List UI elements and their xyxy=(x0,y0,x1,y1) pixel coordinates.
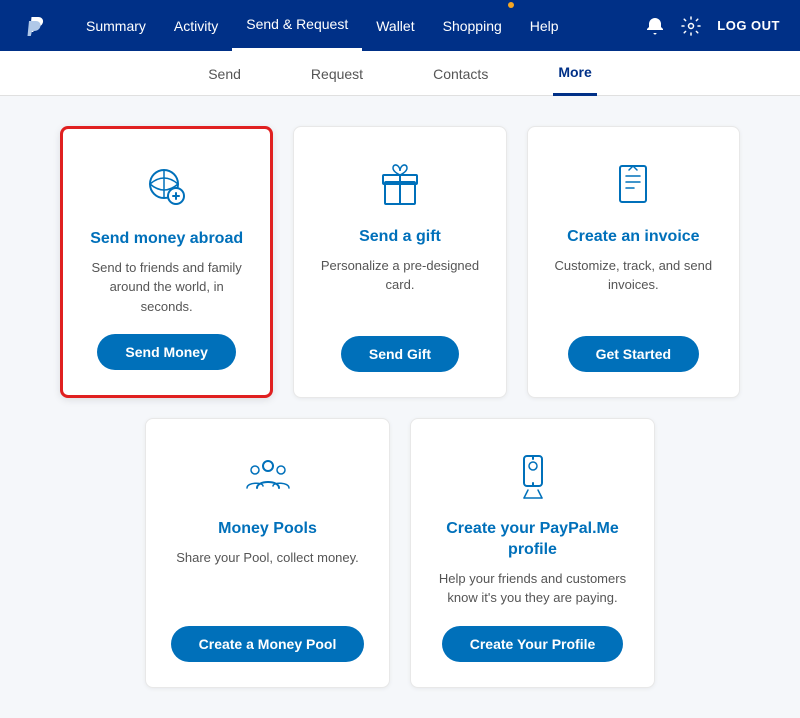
send-gift-title: Send a gift xyxy=(359,227,441,248)
send-gift-icon xyxy=(372,157,428,213)
money-pools-desc: Share your Pool, collect money. xyxy=(176,548,359,608)
paypalme-title: Create your PayPal.Me profile xyxy=(431,519,634,561)
money-pools-icon xyxy=(240,449,296,505)
create-invoice-icon xyxy=(605,157,661,213)
paypal-logo xyxy=(20,10,52,42)
card-send-gift: Send a gift Personalize a pre-designed c… xyxy=(293,126,506,398)
send-abroad-icon xyxy=(139,159,195,215)
subnav-request[interactable]: Request xyxy=(306,51,368,96)
nav-links: Summary Activity Send & Request Wallet S… xyxy=(72,0,645,51)
nav-wallet[interactable]: Wallet xyxy=(362,0,428,51)
create-invoice-desc: Customize, track, and send invoices. xyxy=(548,256,719,319)
sub-navigation: Send Request Contacts More xyxy=(0,51,800,96)
nav-send-request[interactable]: Send & Request xyxy=(232,0,362,51)
card-paypalme: Create your PayPal.Me profile Help your … xyxy=(410,418,655,688)
nav-help[interactable]: Help xyxy=(516,0,573,51)
send-abroad-title: Send money abroad xyxy=(90,229,243,250)
bottom-cards-grid: Money Pools Share your Pool, collect mon… xyxy=(145,418,655,688)
main-content: Send money abroad Send to friends and fa… xyxy=(0,96,800,718)
send-gift-desc: Personalize a pre-designed card. xyxy=(314,256,485,319)
top-cards-grid: Send money abroad Send to friends and fa… xyxy=(60,126,740,398)
money-pools-title: Money Pools xyxy=(218,519,317,540)
nav-activity[interactable]: Activity xyxy=(160,0,232,51)
create-invoice-button[interactable]: Get Started xyxy=(568,336,699,372)
top-navigation: Summary Activity Send & Request Wallet S… xyxy=(0,0,800,51)
subnav-contacts[interactable]: Contacts xyxy=(428,51,493,96)
subnav-send[interactable]: Send xyxy=(203,51,246,96)
card-create-invoice: Create an invoice Customize, track, and … xyxy=(527,126,740,398)
nav-shopping[interactable]: Shopping xyxy=(429,0,516,51)
card-send-abroad: Send money abroad Send to friends and fa… xyxy=(60,126,273,398)
paypalme-icon xyxy=(505,449,561,505)
create-money-pool-button[interactable]: Create a Money Pool xyxy=(171,626,365,662)
nav-summary[interactable]: Summary xyxy=(72,0,160,51)
subnav-more[interactable]: More xyxy=(553,51,596,96)
create-invoice-title: Create an invoice xyxy=(567,227,700,248)
send-abroad-desc: Send to friends and family around the wo… xyxy=(83,258,250,317)
create-profile-button[interactable]: Create Your Profile xyxy=(442,626,624,662)
logout-button[interactable]: LOG OUT xyxy=(717,18,780,33)
settings-button[interactable] xyxy=(681,16,701,36)
notifications-button[interactable] xyxy=(645,16,665,36)
nav-right-controls: LOG OUT xyxy=(645,16,780,36)
send-abroad-button[interactable]: Send Money xyxy=(97,334,235,370)
send-gift-button[interactable]: Send Gift xyxy=(341,336,459,372)
paypalme-desc: Help your friends and customers know it'… xyxy=(431,569,634,608)
card-money-pools: Money Pools Share your Pool, collect mon… xyxy=(145,418,390,688)
